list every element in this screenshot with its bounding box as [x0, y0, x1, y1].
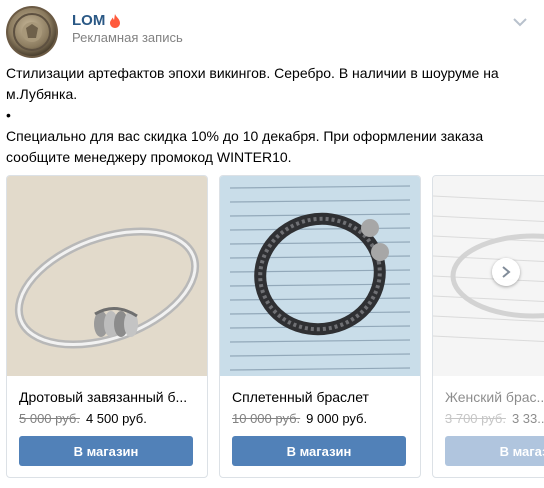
product-image[interactable] [220, 176, 420, 376]
product-image[interactable] [433, 176, 544, 376]
product-image[interactable] [7, 176, 207, 376]
product-title[interactable]: Дротовый завязанный б... [19, 389, 199, 405]
post-text-line: Стилизации артефактов эпохи викингов. Се… [6, 65, 499, 102]
new-price: 3 33... [511, 411, 544, 426]
post-text: Стилизации артефактов эпохи викингов. Се… [6, 63, 531, 168]
shop-button[interactable]: В магазин [19, 436, 193, 466]
chevron-down-icon[interactable] [512, 14, 528, 27]
product-prices: 5 000 руб. 4 500 руб. [19, 411, 147, 426]
old-price: 5 000 руб. [19, 411, 80, 426]
product-card[interactable]: Женский брас... 3 700 руб. 3 33... В мага… [432, 175, 544, 478]
product-card[interactable]: Дротовый завязанный б... 5 000 руб. 4 500… [6, 175, 208, 478]
post-text-line: Специально для вас скидка 10% до 10 дека… [6, 128, 484, 165]
product-card[interactable]: Сплетенный браслет 10 000 руб. 9 000 руб.… [219, 175, 421, 478]
old-price: 10 000 руб. [232, 411, 301, 426]
new-price: 4 500 руб. [85, 411, 147, 426]
shop-button[interactable]: В магазин [232, 436, 406, 466]
old-price: 3 700 руб. [445, 411, 506, 426]
new-price: 9 000 руб. [306, 411, 368, 426]
product-title[interactable]: Женский брас... [445, 389, 544, 405]
product-prices: 10 000 руб. 9 000 руб. [232, 411, 367, 426]
post-bullet: • [6, 107, 11, 123]
product-carousel: Дротовый завязанный б... 5 000 руб. 4 500… [0, 172, 544, 488]
flame-icon [109, 13, 121, 28]
product-title[interactable]: Сплетенный браслет [232, 389, 412, 405]
shop-button[interactable]: В магазин [445, 436, 544, 466]
product-prices: 3 700 руб. 3 33... [445, 411, 544, 426]
ad-label: Рекламная запись [72, 30, 183, 45]
chevron-right-icon[interactable] [492, 258, 520, 286]
community-avatar[interactable] [6, 6, 58, 58]
post-header: LOM Рекламная запись [0, 0, 544, 60]
community-name[interactable]: LOM [72, 12, 105, 29]
